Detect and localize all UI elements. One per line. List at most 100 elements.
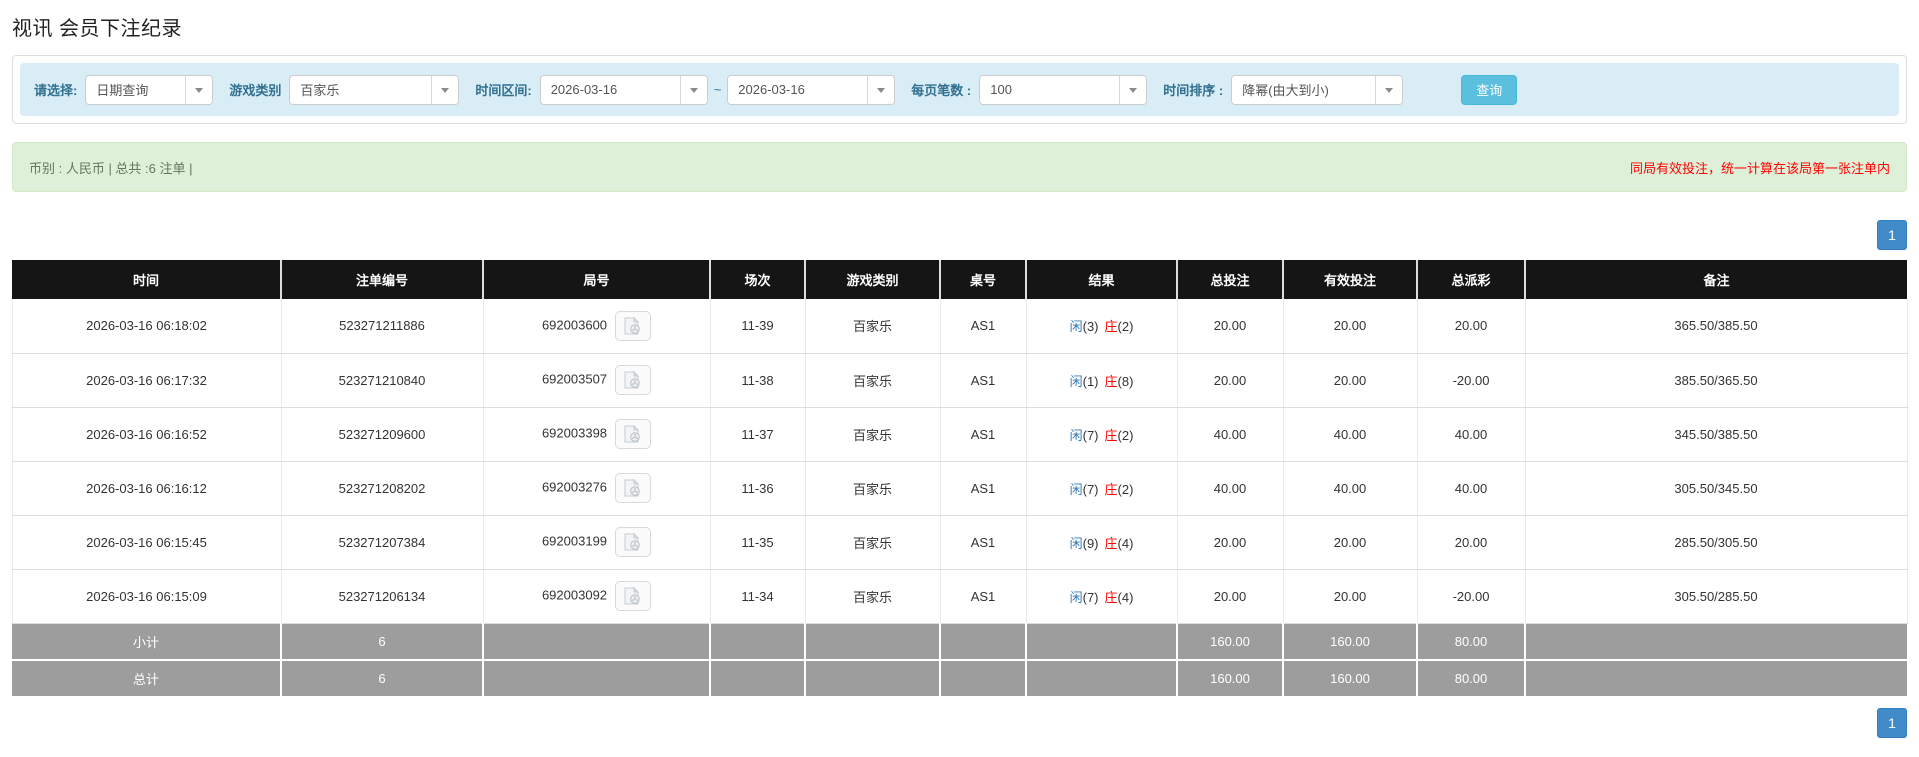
date-to-select[interactable]: 2026-03-16: [727, 74, 896, 105]
sort-order-select[interactable]: 降幂(由大到小): [1231, 74, 1404, 105]
cell-game-type: 百家乐: [805, 461, 941, 516]
total-row: 总计 6 160.00 160.00 80.00: [12, 660, 1907, 698]
page-size-select[interactable]: 100: [979, 74, 1148, 105]
filter-panel: 请选择: 日期查询 游戏类别 百家乐 时间区间: 2026-03-16 ~ 20…: [12, 55, 1907, 124]
subtotal-valid-bet: 160.00: [1283, 623, 1418, 661]
cell-round-id: 692003507: [483, 353, 711, 408]
cell-time: 2026-03-16 06:16:12: [11, 461, 282, 516]
cell-time: 2026-03-16 06:18:02: [11, 299, 282, 354]
video-replay-button[interactable]: [615, 581, 652, 611]
cell-valid-bet: 40.00: [1283, 407, 1418, 462]
cell-time: 2026-03-16 06:17:32: [11, 353, 282, 408]
video-file-icon: [624, 316, 640, 335]
video-file-icon: [624, 479, 640, 497]
header-valid-bet: 有效投注: [1283, 260, 1418, 299]
cell-payout: 40.00: [1417, 461, 1526, 516]
subtotal-payout: 80.00: [1417, 623, 1526, 661]
video-replay-button[interactable]: [615, 419, 652, 449]
cell-valid-bet: 20.00: [1283, 299, 1418, 354]
result-banker-value: (2): [1117, 427, 1134, 443]
cell-bet-id: 523271206134: [281, 569, 484, 624]
page-size-value: 100: [990, 82, 1012, 97]
video-replay-button[interactable]: [615, 527, 652, 557]
result-player-value: (7): [1082, 427, 1099, 443]
date-from-select[interactable]: 2026-03-16: [539, 74, 708, 105]
result-player-label: 闲: [1069, 373, 1083, 389]
chevron-down-icon: [1375, 75, 1403, 104]
search-button[interactable]: 查询: [1461, 74, 1518, 105]
header-table-number: 桌号: [940, 260, 1027, 299]
result-banker-value: (2): [1117, 319, 1134, 335]
cell-bet-id: 523271208202: [281, 461, 484, 516]
page-button-1[interactable]: 1: [1877, 708, 1907, 738]
cell-time: 2026-03-16 06:16:52: [11, 407, 282, 462]
cell-round-id: 692003199: [483, 515, 711, 570]
table-row: 2026-03-16 06:16:12 523271208202 6920032…: [11, 461, 1908, 516]
sort-order-label: 时间排序 :: [1163, 83, 1224, 98]
date-range-separator: ~: [713, 82, 722, 97]
cell-valid-bet: 20.00: [1283, 515, 1418, 570]
header-payout: 总派彩: [1417, 260, 1526, 299]
page-title: 视讯 会员下注纪录: [12, 18, 183, 40]
query-type-value: 日期查询: [96, 83, 149, 98]
video-file-icon: [624, 587, 640, 605]
pagination-bottom: 1: [12, 708, 1907, 738]
result-banker-value: (2): [1117, 481, 1134, 497]
total-valid-bet: 160.00: [1283, 660, 1418, 698]
result-banker-label: 庄: [1104, 589, 1118, 605]
cell-remark: 285.50/305.50: [1525, 515, 1908, 570]
result-banker-value: (4): [1117, 589, 1134, 605]
result-banker-label: 庄: [1104, 319, 1118, 335]
result-player-value: (7): [1082, 481, 1099, 497]
video-replay-button[interactable]: [615, 310, 652, 341]
video-file-icon: [624, 371, 640, 389]
round-number: 692003199: [541, 533, 608, 549]
cell-result: 闲(3) 庄(2): [1026, 299, 1178, 354]
result-banker-value: (8): [1117, 373, 1134, 389]
header-remark: 备注: [1525, 260, 1907, 299]
page-button-1[interactable]: 1: [1877, 220, 1907, 250]
header-bet-id: 注单编号: [281, 260, 484, 299]
result-player-label: 闲: [1069, 589, 1083, 605]
round-number: 692003092: [541, 587, 608, 603]
table-row: 2026-03-16 06:15:09 523271206134 6920030…: [11, 569, 1908, 624]
cell-total-bet: 20.00: [1177, 569, 1284, 624]
currency-summary-text: 币别 : 人民币 | 总共 :6 注单 |: [29, 160, 193, 176]
cell-round-id: 692003276: [483, 461, 711, 516]
table-row: 2026-03-16 06:16:52 523271209600 6920033…: [11, 407, 1908, 462]
result-banker-value: (4): [1117, 535, 1134, 551]
table-row: 2026-03-16 06:18:02 523271211886 6920036…: [11, 299, 1908, 354]
cell-session: 11-39: [710, 299, 806, 354]
notice-text: 同局有效投注，统一计算在该局第一张注单内: [1629, 160, 1890, 176]
result-banker-label: 庄: [1104, 535, 1118, 551]
result-player-label: 闲: [1069, 319, 1083, 335]
chevron-down-icon: [867, 75, 895, 104]
video-file-icon: [624, 533, 640, 551]
result-banker-label: 庄: [1104, 373, 1118, 389]
video-replay-button[interactable]: [615, 473, 652, 503]
cell-session: 11-38: [710, 353, 806, 408]
result-player-value: (9): [1082, 535, 1099, 551]
chevron-down-icon: [431, 75, 459, 104]
round-number: 692003507: [541, 371, 608, 387]
cell-session: 11-34: [710, 569, 806, 624]
query-type-select[interactable]: 日期查询: [85, 74, 214, 105]
filter-bar: 请选择: 日期查询 游戏类别 百家乐 时间区间: 2026-03-16 ~ 20…: [20, 63, 1899, 116]
cell-remark: 365.50/385.50: [1525, 299, 1908, 354]
video-replay-button[interactable]: [615, 365, 652, 395]
cell-result: 闲(1) 庄(8): [1026, 353, 1178, 408]
cell-payout: 40.00: [1417, 407, 1526, 462]
cell-session: 11-36: [710, 461, 806, 516]
cell-total-bet: 20.00: [1177, 299, 1284, 354]
subtotal-count: 6: [281, 623, 484, 661]
table-row: 2026-03-16 06:17:32 523271210840 6920035…: [11, 353, 1908, 408]
game-type-value: 百家乐: [300, 83, 340, 98]
table-body: 2026-03-16 06:18:02 523271211886 6920036…: [11, 299, 1908, 624]
cell-bet-id: 523271209600: [281, 407, 484, 462]
cell-valid-bet: 20.00: [1283, 569, 1418, 624]
cell-result: 闲(7) 庄(2): [1026, 461, 1178, 516]
cell-valid-bet: 40.00: [1283, 461, 1418, 516]
game-type-select[interactable]: 百家乐: [289, 74, 460, 105]
bet-records-table: 时间 注单编号 局号 场次 游戏类别 桌号 结果 总投注 有效投注 总派彩 备注…: [11, 260, 1908, 698]
subtotal-row: 小计 6 160.00 160.00 80.00: [12, 623, 1907, 661]
